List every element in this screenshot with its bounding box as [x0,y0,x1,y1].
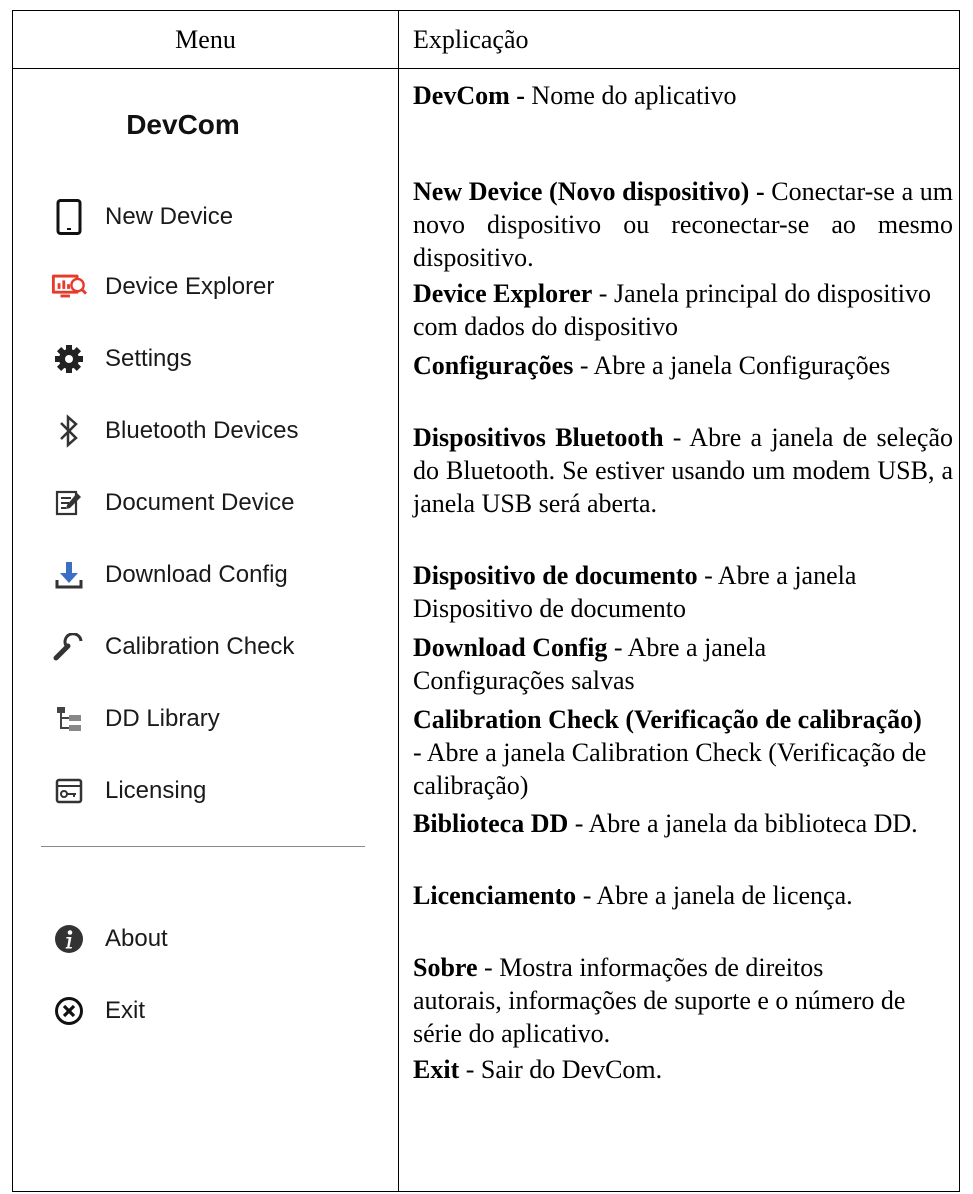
menu-column-header: Menu [175,25,236,54]
explanation-column-header: Explicação [413,25,529,54]
term: Download Config [413,633,608,662]
term: Dispositivos Bluetooth [413,423,664,452]
menu-item-label: Exit [105,997,146,1024]
explanation-settings: Configurações - Abre a janela Configuraç… [413,349,953,382]
library-tree-icon [51,701,87,737]
explanation-document-device: Dispositivo de documento - Abre a janela… [413,559,953,625]
table-header-row: Menu Explicação [13,11,959,69]
device-explorer-icon [51,269,87,305]
column-divider [398,11,399,1191]
description: - Sair do DevCom. [459,1055,663,1084]
menu-item-label: Download Config [105,561,288,588]
term: Exit [413,1055,460,1084]
term: DevCom - [413,81,525,110]
explanation-table: Menu Explicação DevCom New Device Device… [12,10,960,1192]
explanation-download-config: Download Config - Abre a janela Configur… [413,631,893,697]
menu-item-label: Bluetooth Devices [105,417,299,444]
menu-item-label: Calibration Check [105,633,295,660]
term: Biblioteca DD [413,809,569,838]
menu-item-bluetooth-devices[interactable]: Bluetooth Devices [51,411,298,451]
info-icon [51,921,87,957]
explanation-calibration-check: Calibration Check (Verificação de calibr… [413,703,933,802]
menu-item-document-device[interactable]: Document Device [51,483,294,523]
menu-item-calibration-check[interactable]: Calibration Check [51,627,294,667]
term: Device Explorer [413,279,593,308]
menu-item-label: Licensing [105,777,207,804]
explanation-new-device: New Device (Novo dispositivo) - Conectar… [413,175,953,274]
menu-item-label: Settings [105,345,192,372]
description: - Abre a janela Configurações [573,351,891,380]
menu-item-exit[interactable]: Exit [51,991,145,1031]
menu-item-device-explorer[interactable]: Device Explorer [51,267,274,307]
tablet-icon [51,199,87,235]
description: - Mostra informações de direitos autorai… [413,953,906,1048]
download-icon [51,557,87,593]
menu-item-label: New Device [105,203,234,230]
menu-item-label: DD Library [105,705,220,732]
menu-item-label: About [105,925,168,952]
menu-divider [41,846,365,847]
term: Dispositivo de documento [413,561,698,590]
document-edit-icon [51,485,87,521]
app-title: DevCom [126,109,240,140]
explanation-licensing: Licenciamento - Abre a janela de licença… [413,879,893,912]
menu-item-label: Device Explorer [105,273,275,300]
menu-item-licensing[interactable]: Licensing [51,771,206,811]
exit-icon [51,993,87,1029]
explanation-devcom: DevCom - Nome do aplicativo [413,79,953,112]
explanation-dd-library: Biblioteca DD - Abre a janela da bibliot… [413,807,953,840]
explanation-bluetooth: Dispositivos Bluetooth - Abre a janela d… [413,421,953,520]
wrench-icon [51,629,87,665]
term: New Device (Novo dispositivo) - [413,177,765,206]
term: Sobre [413,953,478,982]
app-navigation-drawer: DevCom New Device Device Explorer Settin… [13,69,398,1191]
menu-item-download-config[interactable]: Download Config [51,555,288,595]
description: Nome do aplicativo [524,81,737,110]
bluetooth-icon [51,413,87,449]
term: Calibration Check (Verificação de calibr… [413,705,922,734]
menu-item-settings[interactable]: Settings [51,339,192,379]
menu-item-label: Document Device [105,489,295,516]
gear-icon [51,341,87,377]
term: Configurações [413,351,574,380]
description: - Abre a janela de licença. [576,881,853,910]
explanation-device-explorer: Device Explorer - Janela principal do di… [413,277,933,343]
menu-item-new-device[interactable]: New Device [51,197,233,237]
explanation-exit: Exit - Sair do DevCom. [413,1053,953,1086]
menu-item-dd-library[interactable]: DD Library [51,699,220,739]
menu-item-about[interactable]: About [51,919,168,959]
explanation-column: DevCom - Nome do aplicativo New Device (… [413,69,953,1191]
description: - Abre a janela Calibration Check (Verif… [413,738,927,800]
license-key-icon [51,773,87,809]
explanation-about: Sobre - Mostra informações de direitos a… [413,951,913,1050]
description: - Abre a janela da biblioteca DD. [568,809,918,838]
term: Licenciamento [413,881,577,910]
